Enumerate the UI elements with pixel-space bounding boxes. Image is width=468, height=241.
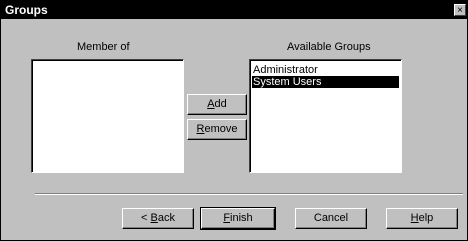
title-bar[interactable]: Groups ×	[1, 1, 467, 19]
available-groups-label: Available Groups	[287, 41, 371, 53]
add-label-rest: dd	[214, 98, 227, 110]
remove-label-rest: emove	[204, 123, 238, 135]
member-of-list[interactable]	[31, 59, 184, 173]
help-label-rest: elp	[418, 212, 434, 224]
dialog-title: Groups	[5, 3, 48, 17]
available-groups-list[interactable]: Administrator System Users	[249, 59, 402, 173]
back-button[interactable]: < Back	[122, 208, 194, 229]
back-label-rest: ack	[157, 212, 175, 224]
back-mnemonic: B	[150, 212, 158, 224]
cancel-label: Cancel	[313, 212, 349, 224]
finish-button[interactable]: Finish	[200, 207, 276, 230]
back-prefix: <	[141, 212, 151, 224]
remove-button[interactable]: Remove	[187, 119, 247, 140]
list-item-system-users[interactable]: System Users	[252, 76, 399, 88]
member-of-label: Member of	[77, 41, 130, 53]
cancel-button[interactable]: Cancel	[295, 208, 367, 229]
groups-dialog: Groups × Member of Available Groups Admi…	[0, 0, 468, 241]
separator	[35, 193, 463, 195]
help-button[interactable]: Help	[386, 208, 458, 229]
help-mnemonic: H	[410, 212, 419, 224]
close-icon[interactable]: ×	[454, 4, 466, 16]
add-button[interactable]: Add	[187, 94, 247, 115]
finish-label-rest: inish	[230, 212, 253, 224]
list-item-administrator[interactable]: Administrator	[252, 64, 399, 76]
add-mnemonic: A	[207, 98, 215, 110]
